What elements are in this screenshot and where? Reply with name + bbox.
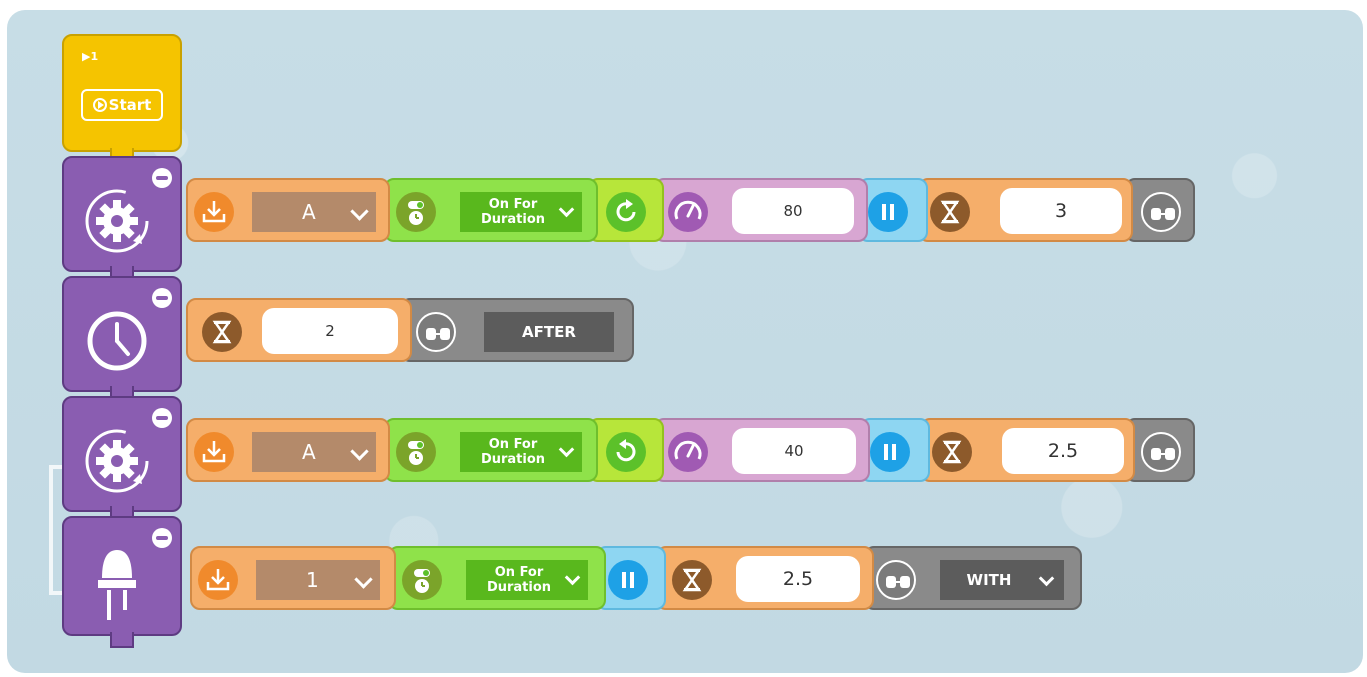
remove-block-icon[interactable] — [152, 288, 172, 308]
port-value: 1 — [306, 568, 319, 592]
led-icon — [98, 550, 136, 620]
row1-port-dropdown[interactable]: A — [252, 192, 376, 232]
sync-value: WITH — [966, 571, 1012, 589]
row1-mode-dropdown[interactable]: On For Duration — [460, 192, 582, 232]
remove-block-icon[interactable] — [152, 528, 172, 548]
chevron-down-icon — [354, 570, 373, 589]
start-button[interactable]: Start — [81, 89, 163, 121]
mode-label: On For — [494, 565, 544, 580]
row1-duration-input[interactable]: 3 — [1000, 188, 1122, 234]
clock-icon — [87, 311, 147, 371]
chevron-down-icon — [1038, 570, 1055, 587]
sync-link-icon[interactable] — [416, 312, 456, 352]
row3-mode-dropdown[interactable]: On For Duration — [460, 432, 582, 472]
row4-port-dropdown[interactable]: 1 — [256, 560, 380, 600]
row4-duration-segment: 2.5 — [656, 546, 874, 610]
mode-label: Duration — [480, 452, 546, 467]
direction-clockwise-icon[interactable] — [606, 192, 646, 232]
port-download-icon — [194, 432, 234, 472]
row2-sync-segment: AFTER — [400, 298, 634, 362]
row3-speed-input[interactable]: 40 — [732, 428, 856, 474]
row1-direction-segment — [588, 178, 664, 242]
wait-block[interactable] — [62, 276, 182, 392]
row3-duration-segment: 2.5 — [920, 418, 1135, 482]
row4-duration-input[interactable]: 2.5 — [736, 556, 860, 602]
hourglass-icon — [932, 432, 972, 472]
row3-sync-segment — [1125, 418, 1195, 482]
program-number: ▶1 — [82, 50, 99, 63]
pause-icon[interactable] — [870, 432, 910, 472]
row2-sync-dropdown[interactable]: AFTER — [484, 312, 614, 352]
direction-counterclockwise-icon[interactable] — [606, 432, 646, 472]
timer-toggle-icon — [396, 192, 436, 232]
row1-pause-segment — [858, 178, 928, 242]
hourglass-icon — [672, 560, 712, 600]
row3-speed-segment: 40 — [654, 418, 870, 482]
row3-duration-input[interactable]: 2.5 — [1002, 428, 1124, 474]
row3-port-dropdown[interactable]: A — [252, 432, 376, 472]
speed-gauge-icon — [668, 192, 708, 232]
row1-mode-segment: On For Duration — [384, 178, 598, 242]
play-icon — [92, 98, 107, 112]
port-download-icon — [194, 192, 234, 232]
port-value: A — [302, 200, 316, 224]
pause-icon[interactable] — [868, 192, 908, 232]
sync-link-icon[interactable] — [876, 560, 916, 600]
mode-label: On For — [488, 437, 538, 452]
row3-port-segment: A — [186, 418, 390, 482]
pause-icon[interactable] — [608, 560, 648, 600]
start-label: Start — [108, 96, 152, 114]
timer-toggle-icon — [402, 560, 442, 600]
row4-mode-dropdown[interactable]: On For Duration — [466, 560, 588, 600]
motor-block-2[interactable] — [62, 396, 182, 512]
row4-pause-segment — [596, 546, 666, 610]
chevron-down-icon — [350, 442, 369, 461]
motor-gear-icon — [85, 429, 149, 493]
hourglass-icon — [930, 192, 970, 232]
row4-sync-dropdown[interactable]: WITH — [940, 560, 1064, 600]
speed-gauge-icon — [668, 432, 708, 472]
motor-gear-icon — [85, 189, 149, 253]
mode-label: Duration — [480, 212, 546, 227]
motor-block-1[interactable] — [62, 156, 182, 272]
row1-duration-segment: 3 — [918, 178, 1133, 242]
row3-pause-segment — [860, 418, 930, 482]
row2-duration-input[interactable]: 2 — [262, 308, 398, 354]
timer-toggle-icon — [396, 432, 436, 472]
port-value: A — [302, 440, 316, 464]
row1-port-segment: A — [186, 178, 390, 242]
mode-label: Duration — [486, 580, 552, 595]
hourglass-icon — [202, 312, 242, 352]
row1-speed-input[interactable]: 80 — [732, 188, 854, 234]
row3-direction-segment — [588, 418, 664, 482]
chevron-down-icon — [350, 202, 369, 221]
row4-mode-segment: On For Duration — [388, 546, 606, 610]
row2-duration-segment: 2 — [186, 298, 412, 362]
row3-mode-segment: On For Duration — [384, 418, 598, 482]
row4-port-segment: 1 — [190, 546, 396, 610]
row1-sync-segment — [1125, 178, 1195, 242]
port-download-icon — [198, 560, 238, 600]
sync-link-icon[interactable] — [1141, 192, 1181, 232]
remove-block-icon[interactable] — [152, 168, 172, 188]
mode-label: On For — [488, 197, 538, 212]
row1-speed-segment: 80 — [654, 178, 868, 242]
led-block[interactable] — [62, 516, 182, 636]
remove-block-icon[interactable] — [152, 408, 172, 428]
sync-link-icon[interactable] — [1141, 432, 1181, 472]
block-connector — [110, 632, 134, 648]
start-block[interactable]: ▶1 Start — [62, 34, 182, 152]
row4-sync-segment: WITH — [864, 546, 1082, 610]
